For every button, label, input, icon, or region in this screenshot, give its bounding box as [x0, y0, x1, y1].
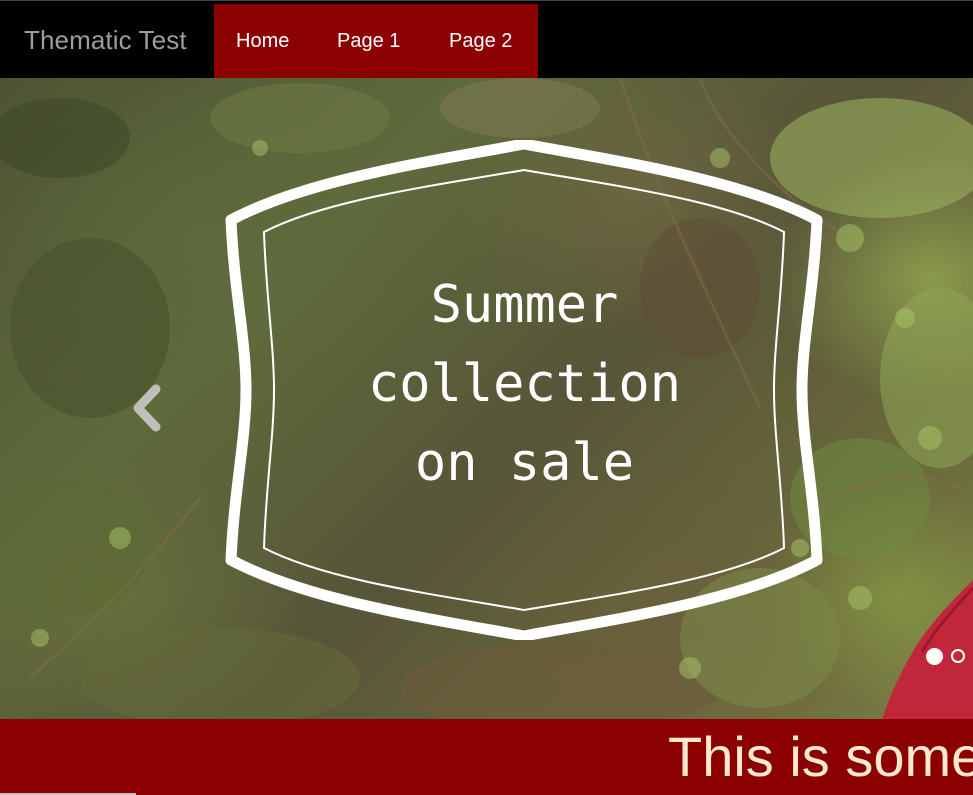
slide-caption-line: Summer [430, 275, 619, 335]
nav-link-home[interactable]: Home [236, 4, 289, 79]
banner-text: This is some [668, 725, 973, 788]
carousel-indicators [925, 648, 973, 668]
slide-caption-line: collection [367, 354, 682, 414]
marquee-banner: This is some [0, 719, 973, 795]
carousel-prev-button[interactable] [128, 383, 168, 433]
top-navbar: Thematic Test Home Page 1 Page 2 [0, 0, 973, 79]
nav-link-page-1[interactable]: Page 1 [337, 4, 400, 79]
nav-link-page-2[interactable]: Page 2 [449, 4, 512, 79]
brand-title[interactable]: Thematic Test [24, 23, 187, 57]
carousel-indicator-2[interactable] [951, 649, 965, 663]
hero-carousel: Summer collection on sale [0, 78, 973, 719]
chevron-left-icon [133, 384, 161, 432]
slide-caption: Summer collection on sale [222, 266, 827, 503]
nav-links: Home Page 1 Page 2 [214, 4, 538, 79]
carousel-indicator-1[interactable] [926, 648, 943, 665]
slide-caption-line: on sale [414, 433, 635, 493]
